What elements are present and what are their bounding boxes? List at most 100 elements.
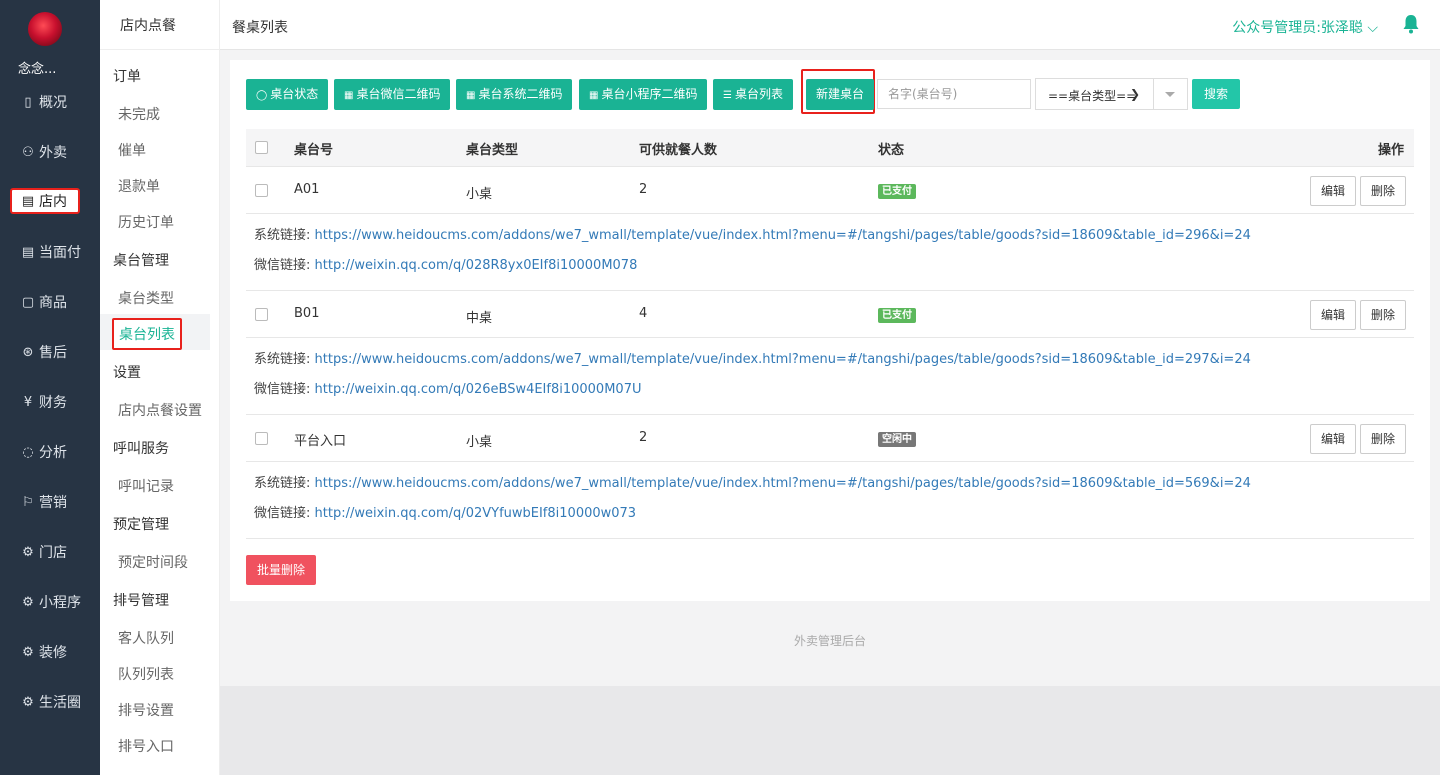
wechat-link[interactable]: http://weixin.qq.com/q/026eBSw4EIf8i1000… (315, 382, 642, 397)
gear-icon: ⚙ (22, 594, 34, 610)
subnav-item-history[interactable]: 历史订单 (118, 212, 174, 232)
button-label: 桌台小程序二维码 (601, 87, 698, 101)
delete-button[interactable]: 删除 (1360, 176, 1407, 206)
nav-item-finance[interactable]: ¥ 财务 (0, 388, 100, 416)
user-menu[interactable]: 公众号管理员:张泽聪 ⌵ (1232, 17, 1378, 37)
top-header: 餐桌列表 公众号管理员:张泽聪 ⌵ (220, 0, 1440, 50)
subnav-item-table-list[interactable]: 桌台列表 (112, 318, 182, 350)
receipt-icon: ▤ (21, 244, 35, 260)
nav-item-delivery[interactable]: ⚇ 外卖 (0, 138, 100, 166)
table-number: A01 (294, 182, 320, 197)
system-link[interactable]: https://www.heidoucms.com/addons/we7_wma… (315, 476, 1251, 491)
delete-button[interactable]: 删除 (1360, 424, 1407, 454)
table-type: 中桌 (466, 311, 493, 326)
system-link-label: 系统链接: (254, 352, 311, 367)
system-link[interactable]: https://www.heidoucms.com/addons/we7_wma… (315, 352, 1251, 367)
subnav-item-queue-entry[interactable]: 排号入口 (118, 736, 174, 756)
nav-item-analysis[interactable]: ◌ 分析 (0, 438, 100, 466)
table-type-select[interactable]: ==桌台类型== ❯ (1035, 78, 1188, 110)
sub-sidebar: 店内点餐 订单 未完成 催单 退款单 历史订单 桌台管理 桌台类型 桌台列表 设… (100, 0, 220, 775)
subnav-item-queue-list[interactable]: 队列列表 (118, 664, 174, 684)
system-link-label: 系统链接: (254, 228, 311, 243)
col-type: 桌台类型 (466, 143, 519, 158)
table-list-button[interactable]: ☰ 桌台列表 (713, 79, 793, 110)
search-button[interactable]: 搜索 (1192, 79, 1241, 109)
table-seats: 2 (639, 430, 648, 445)
subnav-group-queue: 排号管理 (113, 593, 169, 609)
wechat-link[interactable]: http://weixin.qq.com/q/02VYfuwbEIf8i1000… (315, 506, 637, 521)
nav-item-marketing[interactable]: ⚐ 营销 (0, 488, 100, 516)
wechat-qr-button[interactable]: ▦ 桌台微信二维码 (334, 79, 451, 110)
subnav-item-queue-settings[interactable]: 排号设置 (118, 700, 174, 720)
nav-label: 外卖 (39, 145, 67, 161)
caret-down-icon[interactable] (1165, 92, 1175, 97)
nav-label: 小程序 (39, 595, 81, 611)
nav-label: 分析 (39, 445, 67, 461)
system-link-label: 系统链接: (254, 476, 311, 491)
table-seats: 2 (639, 182, 648, 197)
table-type: 小桌 (466, 435, 493, 450)
nav-item-lifecircle[interactable]: ⚙ 生活圈 (0, 688, 100, 716)
subnav-item-reminder[interactable]: 催单 (118, 140, 146, 160)
table-row: B01 中桌 4 已支付 编辑 删除 (246, 291, 1414, 338)
wechat-link-label: 微信链接: (254, 382, 311, 397)
edit-button[interactable]: 编辑 (1310, 176, 1357, 206)
circle-icon: ◯ (256, 90, 268, 101)
subnav-item-table-types[interactable]: 桌台类型 (118, 288, 174, 308)
search-input[interactable]: 名字(桌台号) (877, 79, 1031, 109)
main-sidebar: 念念... ▯ 概况 ⚇ 外卖 ▤ 店内 ▤ 当面付 ▢ 商品 ⊛ 售后 ¥ 财务 ◌ 分析 ⚐… (0, 0, 100, 775)
nav-item-goods[interactable]: ▢ 商品 (0, 288, 100, 316)
nav-label: 售后 (39, 345, 67, 361)
col-seats: 可供就餐人数 (639, 143, 718, 158)
row-checkbox[interactable] (255, 308, 268, 321)
table-panel: ◯ 桌台状态 ▦ 桌台微信二维码 ▦ 桌台系统二维码 ▦ 桌台小程序二维码 ☰ 桌台列表 … (230, 60, 1430, 601)
edit-button[interactable]: 编辑 (1310, 300, 1357, 330)
delete-button[interactable]: 删除 (1360, 300, 1407, 330)
system-qr-button[interactable]: ▦ 桌台系统二维码 (456, 79, 573, 110)
nav-item-stores[interactable]: ⚙ 门店 (0, 538, 100, 566)
shop-logo[interactable] (28, 12, 62, 46)
nav-label: 当面付 (39, 245, 81, 261)
nav-item-miniprogram[interactable]: ⚙ 小程序 (0, 588, 100, 616)
system-link[interactable]: https://www.heidoucms.com/addons/we7_wma… (315, 228, 1251, 243)
table-seats: 4 (639, 306, 648, 321)
qrcode-icon: ▦ (344, 90, 354, 101)
edit-button[interactable]: 编辑 (1310, 424, 1357, 454)
subnav-item-guest-queue[interactable]: 客人队列 (118, 628, 174, 648)
new-table-button[interactable]: 新建桌台 (806, 79, 875, 110)
gear-icon: ⚙ (22, 694, 34, 710)
table-status-button[interactable]: ◯ 桌台状态 (246, 79, 329, 110)
nav-label: 财务 (39, 395, 67, 411)
nav-item-facepay[interactable]: ▤ 当面付 (0, 238, 100, 266)
subnav-item-unfinished[interactable]: 未完成 (118, 104, 160, 124)
batch-delete-button[interactable]: 批量删除 (246, 555, 317, 585)
miniprogram-qr-button[interactable]: ▦ 桌台小程序二维码 (579, 79, 708, 110)
subnav-item-instore-settings[interactable]: 店内点餐设置 (118, 400, 202, 420)
nav-item-overview[interactable]: ▯ 概况 (0, 88, 100, 116)
shop-name[interactable]: 念念... (0, 58, 100, 77)
select-all-checkbox[interactable] (255, 141, 268, 154)
select-value: ==桌台类型== (1048, 89, 1137, 103)
subnav-item-call-records[interactable]: 呼叫记录 (118, 476, 174, 496)
main-content: ◯ 桌台状态 ▦ 桌台微信二维码 ▦ 桌台系统二维码 ▦ 桌台小程序二维码 ☰ 桌台列表 … (220, 50, 1440, 686)
nav-label: 店内 (39, 194, 67, 210)
subnav-group-tables: 桌台管理 (113, 253, 169, 269)
subnav-item-reservation-times[interactable]: 预定时间段 (118, 552, 188, 572)
row-checkbox[interactable] (255, 432, 268, 445)
row-checkbox[interactable] (255, 184, 268, 197)
nav-item-aftersale[interactable]: ⊛ 售后 (0, 338, 100, 366)
status-badge: 已支付 (878, 308, 916, 323)
wechat-link[interactable]: http://weixin.qq.com/q/028R8yx0EIf8i1000… (315, 258, 638, 273)
subnav-item-refund[interactable]: 退款单 (118, 176, 160, 196)
store-icon: ▤ (21, 193, 35, 209)
button-label: 桌台列表 (734, 87, 783, 101)
nav-item-decoration[interactable]: ⚙ 装修 (0, 638, 100, 666)
nav-label: 生活圈 (39, 695, 81, 711)
wechat-link-label: 微信链接: (254, 258, 311, 273)
table-number: 平台入口 (294, 434, 347, 449)
table-links: 系统链接: https://www.heidoucms.com/addons/w… (246, 338, 1414, 415)
bell-icon[interactable] (1402, 14, 1420, 34)
table-row: A01 小桌 2 已支付 编辑 删除 (246, 167, 1414, 214)
nav-item-instore[interactable]: ▤ 店内 (10, 188, 80, 214)
subnav-group-call: 呼叫服务 (113, 441, 169, 457)
